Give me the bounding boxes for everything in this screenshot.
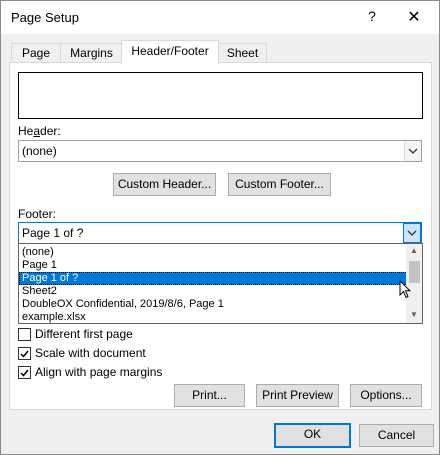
align-with-page-margins-label: Align with page margins <box>35 365 163 379</box>
list-item[interactable]: Page 1 <box>19 259 408 272</box>
header-preview <box>18 72 423 119</box>
custom-header-button[interactable]: Custom Header... <box>113 173 216 196</box>
different-first-page-label: Different first page <box>35 327 133 341</box>
scale-with-document-checkbox[interactable] <box>18 347 31 360</box>
cancel-button[interactable]: Cancel <box>359 424 434 447</box>
mouse-cursor-icon <box>399 280 411 299</box>
page-setup-dialog: Page Setup ? ✕ Page Margins Header/Foote… <box>0 0 440 455</box>
check-icon <box>20 369 29 377</box>
check-icon <box>20 350 29 358</box>
footer-dropdown-list[interactable]: (none) Page 1 Page 1 of ? Sheet2 DoubleO… <box>18 243 423 324</box>
header-label: Header: <box>18 124 61 138</box>
align-with-page-margins-checkbox[interactable] <box>18 366 31 379</box>
custom-footer-button[interactable]: Custom Footer... <box>228 173 331 196</box>
different-first-page-checkbox[interactable] <box>18 328 31 341</box>
footer-select-value: Page 1 of ? <box>22 226 84 240</box>
title-bar: Page Setup ? ✕ <box>1 1 439 34</box>
list-item[interactable]: Sheet2 <box>19 285 408 298</box>
print-preview-button[interactable]: Print Preview <box>256 384 339 407</box>
header-select-value: (none) <box>22 144 57 158</box>
options-button[interactable]: Options... <box>350 384 422 407</box>
help-button[interactable]: ? <box>365 8 379 24</box>
list-item[interactable]: DoubleOX Confidential, 2019/8/6, Page 1 <box>19 298 408 311</box>
list-item-selected[interactable]: Page 1 of ? <box>19 272 408 285</box>
scroll-down-icon[interactable]: ▼ <box>406 310 422 319</box>
chevron-down-icon[interactable] <box>404 141 421 161</box>
scale-with-document-label: Scale with document <box>35 346 146 360</box>
list-item[interactable]: (none) <box>19 246 408 259</box>
footer-select[interactable]: Page 1 of ? <box>18 222 422 244</box>
print-button[interactable]: Print... <box>174 384 245 407</box>
scroll-up-icon[interactable]: ▲ <box>406 246 422 255</box>
chevron-down-icon[interactable] <box>403 223 421 243</box>
dialog-title: Page Setup <box>11 10 79 25</box>
ok-button[interactable]: OK <box>274 423 351 448</box>
header-select[interactable]: (none) <box>18 140 422 162</box>
tab-header-footer[interactable]: Header/Footer <box>121 40 219 64</box>
tab-margins[interactable]: Margins <box>60 43 123 63</box>
list-item[interactable]: example.xlsx <box>19 311 408 323</box>
tab-sheet[interactable]: Sheet <box>218 43 267 63</box>
close-button[interactable]: ✕ <box>405 7 423 27</box>
footer-label: Footer: <box>18 207 57 221</box>
tab-page[interactable]: Page <box>11 43 61 63</box>
